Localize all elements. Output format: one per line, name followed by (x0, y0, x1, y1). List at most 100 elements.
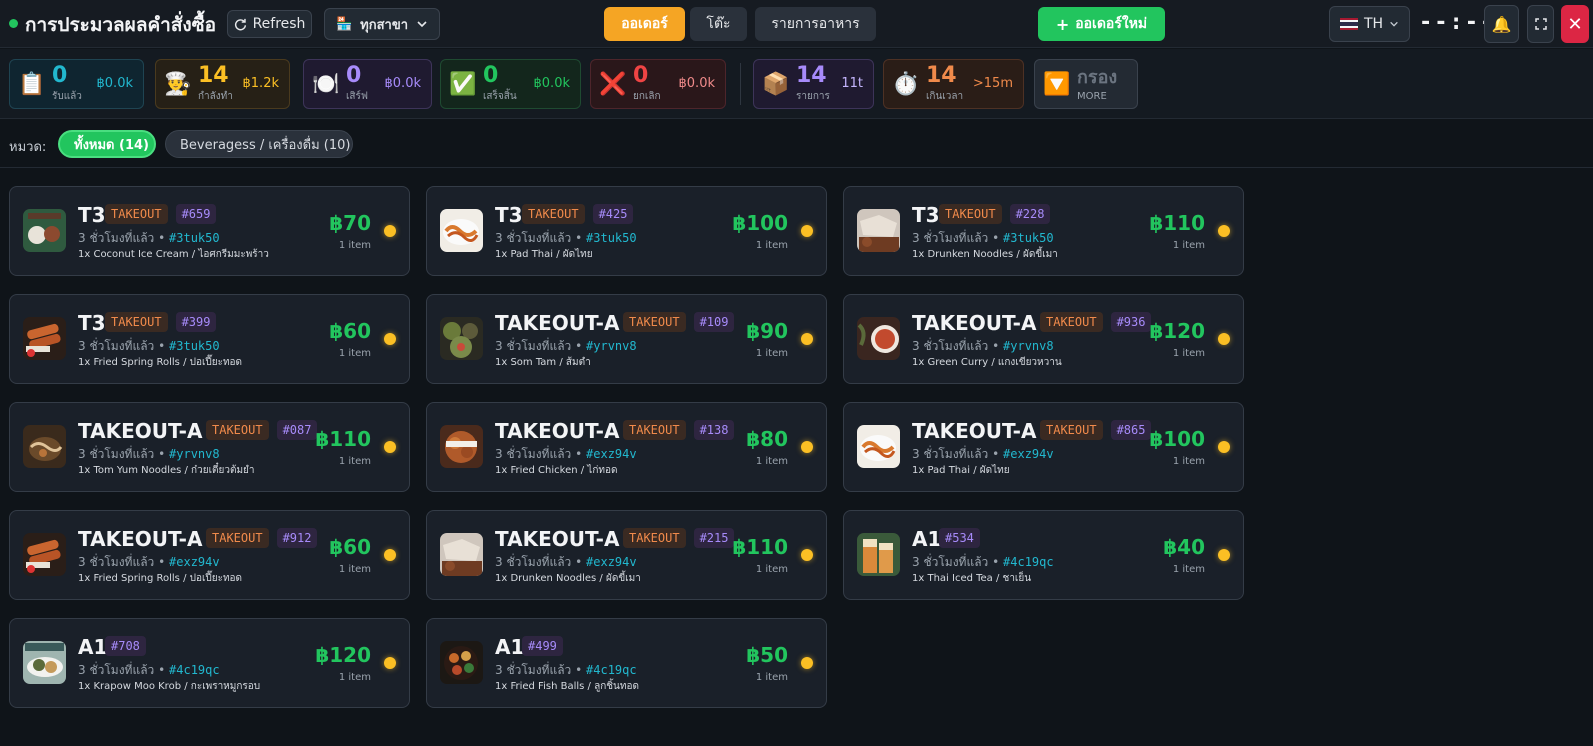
order-code: #exz94v (586, 555, 637, 569)
order-meta: 3 ชั่วโมงที่แล้ว • #exz94v (78, 553, 220, 572)
stat-count: 0 (346, 62, 362, 88)
order-price: ฿40 (1163, 535, 1205, 559)
order-type-badge: TAKEOUT (623, 420, 686, 440)
order-items: 1x Drunken Noodles / ผัดขี้เมา (912, 249, 1058, 260)
stat-cancelled[interactable]: ❌ 0 ยกเลิก ฿0.0k (590, 59, 726, 109)
order-items: 1x Fried Spring Rolls / ปอเปี๊ยะทอด (78, 573, 243, 584)
food-image-icon (23, 533, 66, 576)
notification-button[interactable]: 🔔 (1484, 5, 1519, 43)
food-thumbnail (440, 209, 483, 252)
order-table: T3 (78, 311, 106, 335)
stat-label: เสร็จสิ้น (483, 90, 517, 102)
order-meta: 3 ชั่วโมงที่แล้ว • #yrvnv8 (78, 445, 220, 464)
order-badges: TAKEOUT #936 (1040, 312, 1152, 332)
stat-items[interactable]: 📦 14 รายการ 11t (753, 59, 874, 109)
order-meta: 3 ชั่วโมงที่แล้ว • #yrvnv8 (495, 337, 637, 356)
stat-received[interactable]: 📋 0 รับแล้ว ฿0.0k (9, 59, 144, 109)
order-table: TAKEOUT-A (495, 527, 620, 551)
order-price: ฿110 (1149, 211, 1205, 235)
filter-more-label: MORE (1077, 90, 1107, 102)
check-icon: ✅ (449, 71, 477, 97)
order-card[interactable]: A1 #534 3 ชั่วโมงที่แล้ว • #4c19qc 1x Th… (843, 510, 1244, 600)
stat-completed[interactable]: ✅ 0 เสร็จสิ้น ฿0.0k (440, 59, 581, 109)
order-badges: TAKEOUT #109 (623, 312, 735, 332)
order-meta: 3 ชั่วโมงที่แล้ว • #3tuk50 (495, 229, 637, 248)
stat-cooking[interactable]: 👨‍🍳 14 กำลังทำ ฿1.2k (155, 59, 290, 109)
order-number-badge: #534 (939, 528, 980, 548)
bell-icon: 🔔 (1491, 14, 1512, 34)
stat-overdue[interactable]: ⏱️ 14 เกินเวลา >15m (883, 59, 1024, 109)
order-card[interactable]: A1 #708 3 ชั่วโมงที่แล้ว • #4c19qc 1x Kr… (9, 618, 410, 708)
tab-tables[interactable]: โต๊ะ (690, 7, 747, 41)
plus-icon: + (1055, 14, 1070, 34)
order-status-dot (1218, 549, 1230, 561)
order-price: ฿100 (1149, 427, 1205, 451)
order-status-dot (801, 225, 813, 237)
stat-served[interactable]: 🍽️ 0 เสิร์ฟ ฿0.0k (303, 59, 432, 109)
order-card[interactable]: TAKEOUT-A TAKEOUT #109 3 ชั่วโมงที่แล้ว … (426, 294, 827, 384)
stat-count: 14 (198, 62, 229, 88)
order-status-dot (384, 441, 396, 453)
fullscreen-button[interactable] (1527, 5, 1554, 43)
stat-value: ฿0.0k (533, 76, 570, 91)
order-card[interactable]: TAKEOUT-A TAKEOUT #138 3 ชั่วโมงที่แล้ว … (426, 402, 827, 492)
order-type-badge: TAKEOUT (206, 528, 269, 548)
order-price: ฿120 (315, 643, 371, 667)
food-thumbnail (857, 209, 900, 252)
filter-icon: 🔽 (1043, 71, 1071, 97)
tab-menu[interactable]: รายการอาหาร (755, 7, 876, 41)
order-number-badge: #708 (105, 636, 146, 656)
refresh-button[interactable]: Refresh (227, 10, 312, 38)
refresh-icon (234, 18, 246, 30)
box-icon: 📦 (762, 71, 790, 97)
order-code: #4c19qc (586, 663, 637, 677)
order-type-badge: TAKEOUT (105, 204, 168, 224)
order-code: #3tuk50 (1003, 231, 1054, 245)
order-card[interactable]: TAKEOUT-A TAKEOUT #865 3 ชั่วโมงที่แล้ว … (843, 402, 1244, 492)
order-time: 3 ชั่วโมงที่แล้ว (495, 339, 572, 353)
order-items: 1x Drunken Noodles / ผัดขี้เมา (495, 573, 641, 584)
order-card[interactable]: T3 TAKEOUT #425 3 ชั่วโมงที่แล้ว • #3tuk… (426, 186, 827, 276)
order-code: #exz94v (169, 555, 220, 569)
stat-count: 0 (52, 62, 68, 88)
order-table: TAKEOUT-A (78, 419, 203, 443)
stat-count: 14 (796, 62, 827, 88)
meta-separator: • (575, 447, 587, 461)
stat-label: เกินเวลา (926, 90, 964, 102)
language-select[interactable]: TH (1329, 6, 1410, 42)
order-items: 1x Som Tam / ส้มตำ (495, 357, 591, 368)
order-table: A1 (78, 635, 108, 659)
order-meta: 3 ชั่วโมงที่แล้ว • #4c19qc (912, 553, 1054, 572)
category-chip-all[interactable]: ทั้งหมด (14) (58, 130, 156, 158)
branch-select[interactable]: 🏪 ทุกสาขา (324, 8, 440, 40)
meta-separator: • (575, 663, 587, 677)
order-item-count: 1 item (755, 348, 788, 359)
food-thumbnail (23, 317, 66, 360)
order-item-count: 1 item (755, 564, 788, 575)
order-card[interactable]: TAKEOUT-A TAKEOUT #912 3 ชั่วโมงที่แล้ว … (9, 510, 410, 600)
meta-separator: • (992, 555, 1004, 569)
order-price: ฿110 (732, 535, 788, 559)
food-image-icon (440, 425, 483, 468)
category-filter: หมวด: ทั้งหมด (14) Beveragess / เครื่องด… (0, 120, 1593, 168)
new-order-button[interactable]: + ออเดอร์ใหม่ (1038, 7, 1165, 41)
category-label: หมวด: (9, 140, 47, 155)
meta-separator: • (158, 555, 170, 569)
order-card[interactable]: TAKEOUT-A TAKEOUT #087 3 ชั่วโมงที่แล้ว … (9, 402, 410, 492)
order-card[interactable]: T3 TAKEOUT #228 3 ชั่วโมงที่แล้ว • #3tuk… (843, 186, 1244, 276)
order-card[interactable]: T3 TAKEOUT #659 3 ชั่วโมงที่แล้ว • #3tuk… (9, 186, 410, 276)
tab-orders[interactable]: ออเดอร์ (604, 7, 685, 41)
category-chip-beverages[interactable]: Beveragess / เครื่องดื่ม (10) (165, 130, 353, 158)
order-badges: TAKEOUT #228 (939, 204, 1051, 224)
order-card[interactable]: T3 TAKEOUT #399 3 ชั่วโมงที่แล้ว • #3tuk… (9, 294, 410, 384)
order-card[interactable]: A1 #499 3 ชั่วโมงที่แล้ว • #4c19qc 1x Fr… (426, 618, 827, 708)
meta-separator: • (575, 339, 587, 353)
order-price: ฿60 (329, 319, 371, 343)
branch-label: ทุกสาขา (360, 17, 409, 33)
order-items: 1x Fried Chicken / ไก่ทอด (495, 465, 618, 476)
close-button[interactable]: ✕ (1561, 5, 1589, 43)
order-card[interactable]: TAKEOUT-A TAKEOUT #936 3 ชั่วโมงที่แล้ว … (843, 294, 1244, 384)
order-item-count: 1 item (338, 456, 371, 467)
filter-button[interactable]: 🔽 กรอง MORE (1034, 59, 1138, 109)
order-card[interactable]: TAKEOUT-A TAKEOUT #215 3 ชั่วโมงที่แล้ว … (426, 510, 827, 600)
